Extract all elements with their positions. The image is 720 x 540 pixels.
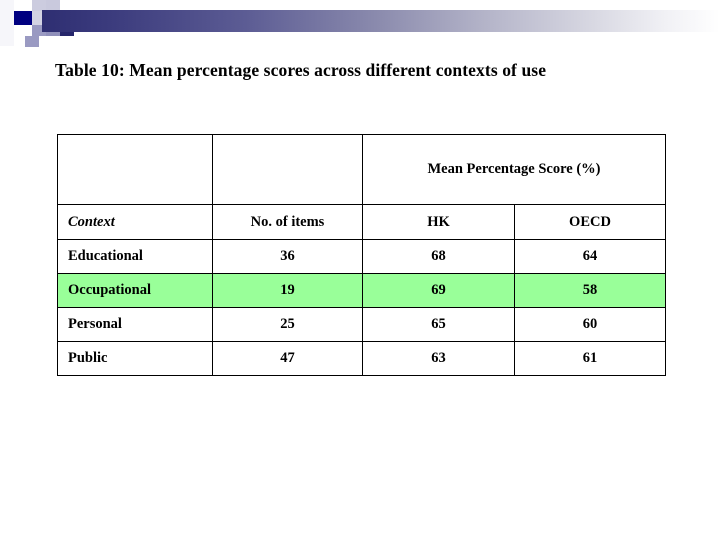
table-row: Educational 36 68 64	[57, 239, 666, 274]
cell-no-of-items: 36	[212, 239, 363, 274]
cell-hk: 63	[362, 341, 515, 376]
header-mean-percentage-score: Mean Percentage Score (%)	[362, 134, 666, 205]
cell-oecd: 64	[514, 239, 666, 274]
cell-no-of-items: 25	[212, 307, 363, 342]
header-blank-cell-1	[57, 134, 213, 205]
table-row: Public 47 63 61	[57, 341, 666, 376]
deco-square-fade-left	[0, 0, 14, 46]
table-row: Personal 25 65 60	[57, 307, 666, 342]
cell-no-of-items: 19	[212, 273, 363, 308]
header-blank-cell-2	[212, 134, 363, 205]
table-header-row-top: Mean Percentage Score (%)	[57, 134, 666, 205]
column-header-hk: HK	[362, 204, 515, 240]
column-header-oecd: OECD	[514, 204, 666, 240]
cell-no-of-items: 47	[212, 341, 363, 376]
cell-oecd: 61	[514, 341, 666, 376]
cell-context: Educational	[57, 239, 213, 274]
cell-oecd: 60	[514, 307, 666, 342]
slide-decoration-banner	[0, 0, 720, 47]
page-title: Table 10: Mean percentage scores across …	[55, 60, 547, 80]
cell-hk: 69	[362, 273, 515, 308]
deco-square-navy	[14, 11, 32, 25]
table-row: Occupational 19 69 58	[57, 273, 666, 308]
cell-context: Occupational	[57, 273, 213, 308]
table-header-row-columns: Context No. of items HK OECD	[57, 204, 666, 240]
mean-percentage-scores-table: Mean Percentage Score (%) Context No. of…	[57, 134, 666, 376]
deco-square-midblue-3	[25, 36, 39, 47]
banner-gradient-bar	[42, 10, 720, 32]
column-header-context: Context	[57, 204, 213, 240]
cell-oecd: 58	[514, 273, 666, 308]
cell-context: Public	[57, 341, 213, 376]
cell-context: Personal	[57, 307, 213, 342]
column-header-no-of-items: No. of items	[212, 204, 363, 240]
cell-hk: 65	[362, 307, 515, 342]
cell-hk: 68	[362, 239, 515, 274]
